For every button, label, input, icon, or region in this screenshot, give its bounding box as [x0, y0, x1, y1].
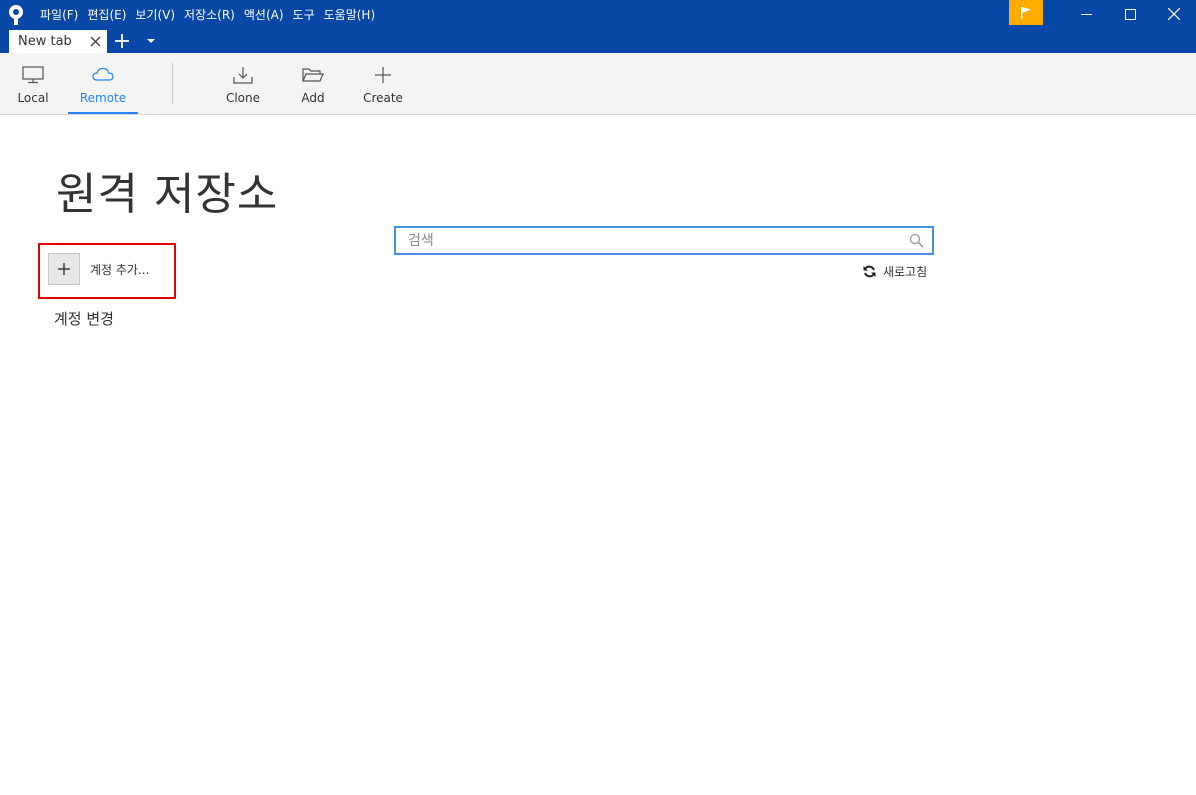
close-icon [1168, 8, 1180, 20]
remote-button[interactable]: Remote [68, 53, 138, 114]
menu-view[interactable]: 보기(V) [135, 6, 175, 23]
chevron-down-icon[interactable] [146, 37, 156, 45]
toolbar: Local Remote Clone Add Create [0, 53, 1196, 115]
search-icon [909, 233, 924, 248]
add-account-button[interactable]: 계정 추가... [48, 253, 149, 285]
download-icon [233, 67, 253, 84]
flag-icon [1021, 6, 1031, 19]
plus-icon[interactable] [113, 32, 131, 50]
plus-icon [58, 263, 70, 275]
add-account-plus[interactable] [48, 253, 80, 285]
add-label: Add [301, 91, 325, 105]
search-box [394, 226, 934, 255]
refresh-button[interactable]: 새로고침 [863, 262, 927, 280]
clone-button[interactable]: Clone [208, 53, 278, 114]
maximize-icon [1124, 8, 1136, 20]
close-button[interactable] [1151, 0, 1196, 28]
add-button[interactable]: Add [278, 53, 348, 114]
create-button[interactable]: Create [348, 53, 418, 114]
refresh-label: 새로고침 [883, 264, 928, 279]
menu-help[interactable]: 도움말(H) [324, 6, 376, 23]
minimize-icon [1080, 13, 1092, 15]
create-label: Create [363, 91, 403, 105]
local-label: Local [17, 91, 49, 105]
close-icon[interactable] [89, 35, 102, 48]
folder-open-icon [302, 68, 324, 82]
menu-actions[interactable]: 액션(A) [244, 6, 284, 23]
refresh-icon [863, 265, 876, 277]
toolbar-divider [172, 63, 173, 104]
sourcetree-logo-icon[interactable] [6, 4, 26, 26]
add-account-label[interactable]: 계정 추가... [90, 261, 149, 278]
tab-new-tab[interactable]: New tab [9, 30, 107, 53]
tab-label: New tab [18, 34, 72, 49]
tab-strip: New tab [0, 28, 1196, 53]
menu-repository[interactable]: 저장소(R) [184, 6, 235, 23]
local-button[interactable]: Local [0, 53, 68, 114]
page-title: 원격 저장소 [56, 169, 279, 220]
plus-icon [375, 67, 391, 83]
menu-file[interactable]: 파일(F) [40, 6, 78, 23]
remote-label: Remote [79, 91, 127, 105]
change-account-link[interactable]: 계정 변경 [54, 308, 114, 329]
minimize-button[interactable] [1063, 0, 1109, 28]
clone-label: Clone [225, 91, 261, 105]
menu-bar: 파일(F) 편집(E) 보기(V) 저장소(R) 액션(A) 도구 도움말(H) [40, 0, 384, 28]
flag-button[interactable] [1009, 0, 1043, 25]
title-bar: 파일(F) 편집(E) 보기(V) 저장소(R) 액션(A) 도구 도움말(H) [0, 0, 1196, 31]
menu-tools[interactable]: 도구 [293, 6, 315, 23]
search-input[interactable] [396, 228, 896, 253]
maximize-button[interactable] [1107, 0, 1153, 28]
cloud-icon [92, 67, 114, 81]
menu-edit[interactable]: 편집(E) [87, 6, 126, 23]
monitor-icon [22, 66, 44, 84]
